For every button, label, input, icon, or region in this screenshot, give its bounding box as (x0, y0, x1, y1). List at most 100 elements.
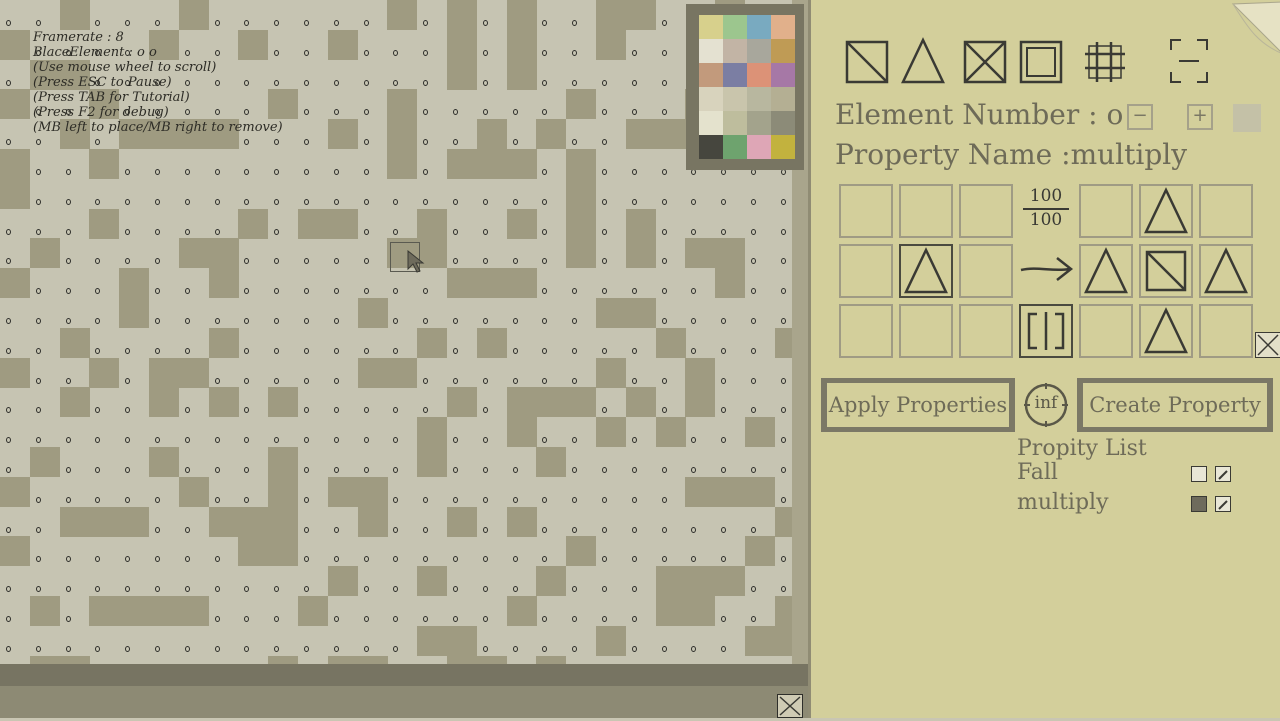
grid-empty-marker[interactable] (244, 318, 249, 324)
grid-empty-marker[interactable] (215, 467, 220, 473)
grid-empty-marker[interactable] (215, 229, 220, 235)
grid-empty-marker[interactable] (95, 467, 100, 473)
grid-empty-marker[interactable] (6, 20, 11, 26)
palette-swatch[interactable] (699, 135, 723, 159)
grid-empty-marker[interactable] (95, 646, 100, 652)
grid-tile[interactable] (268, 387, 298, 417)
grid-empty-marker[interactable] (691, 646, 696, 652)
grid-empty-marker[interactable] (632, 169, 637, 175)
grid-empty-marker[interactable] (95, 288, 100, 294)
grid-empty-marker[interactable] (36, 139, 41, 145)
grid-empty-marker[interactable] (751, 527, 756, 533)
grid-empty-marker[interactable] (155, 646, 160, 652)
grid-empty-marker[interactable] (66, 318, 71, 324)
grid-empty-marker[interactable] (721, 467, 726, 473)
grid-tile[interactable] (149, 596, 179, 626)
edit-fall-button[interactable] (1215, 466, 1231, 482)
grid-empty-marker[interactable] (66, 556, 71, 562)
grid-empty-marker[interactable] (781, 288, 786, 294)
grid-empty-marker[interactable] (632, 646, 637, 652)
grid-empty-marker[interactable] (244, 407, 249, 413)
grid-empty-marker[interactable] (721, 437, 726, 443)
grid-empty-marker[interactable] (602, 616, 607, 622)
grid-empty-marker[interactable] (483, 229, 488, 235)
grid-empty-marker[interactable] (364, 348, 369, 354)
grid-empty-marker[interactable] (483, 50, 488, 56)
grid-empty-marker[interactable] (602, 258, 607, 264)
grid-empty-marker[interactable] (125, 407, 130, 413)
palette-swatch[interactable] (771, 15, 795, 39)
grid-tile[interactable] (30, 656, 60, 664)
grid-empty-marker[interactable] (6, 348, 11, 354)
grid-tile[interactable] (507, 30, 537, 60)
palette-swatch[interactable] (747, 111, 771, 135)
grid-empty-marker[interactable] (215, 616, 220, 622)
grid-tile[interactable] (477, 268, 507, 298)
grid-tile[interactable] (0, 149, 30, 179)
grid-empty-marker[interactable] (602, 407, 607, 413)
grid-empty-marker[interactable] (364, 20, 369, 26)
grid-tile[interactable] (60, 0, 90, 30)
grid-empty-marker[interactable] (423, 139, 428, 145)
palette-swatch[interactable] (723, 111, 747, 135)
grid-tile[interactable] (507, 149, 537, 179)
grid-empty-marker[interactable] (691, 288, 696, 294)
grid-tile[interactable] (685, 566, 715, 596)
grid-tool[interactable] (1081, 36, 1129, 86)
grid-empty-marker[interactable] (334, 527, 339, 533)
grid-empty-marker[interactable] (364, 139, 369, 145)
grid-empty-marker[interactable] (542, 437, 547, 443)
grid-empty-marker[interactable] (364, 50, 369, 56)
grid-tile[interactable] (0, 536, 30, 566)
grid-empty-marker[interactable] (36, 348, 41, 354)
grid-empty-marker[interactable] (66, 586, 71, 592)
element-color-preview[interactable] (1233, 104, 1261, 132)
grid-empty-marker[interactable] (513, 467, 518, 473)
grid-empty-marker[interactable] (393, 318, 398, 324)
grid-empty-marker[interactable] (662, 318, 667, 324)
grid-empty-marker[interactable] (6, 139, 11, 145)
input-slot[interactable] (839, 184, 893, 238)
grid-empty-marker[interactable] (483, 318, 488, 324)
grid-empty-marker[interactable] (423, 109, 428, 115)
grid-empty-marker[interactable] (155, 169, 160, 175)
grid-empty-marker[interactable] (334, 437, 339, 443)
palette-swatch[interactable] (747, 39, 771, 63)
grid-empty-marker[interactable] (423, 288, 428, 294)
grid-tile[interactable] (238, 507, 268, 537)
grid-empty-marker[interactable] (66, 229, 71, 235)
grid-empty-marker[interactable] (662, 199, 667, 205)
grid-tile[interactable] (596, 30, 626, 60)
grid-empty-marker[interactable] (542, 20, 547, 26)
grid-empty-marker[interactable] (542, 288, 547, 294)
grid-empty-marker[interactable] (721, 407, 726, 413)
palette-swatch[interactable] (747, 87, 771, 111)
palette-swatch[interactable] (771, 39, 795, 63)
grid-empty-marker[interactable] (334, 467, 339, 473)
grid-empty-marker[interactable] (334, 318, 339, 324)
grid-empty-marker[interactable] (662, 527, 667, 533)
grid-tile[interactable] (30, 447, 60, 477)
grid-empty-marker[interactable] (215, 437, 220, 443)
output-slot[interactable] (1139, 184, 1193, 238)
grid-empty-marker[interactable] (423, 497, 428, 503)
grid-empty-marker[interactable] (6, 467, 11, 473)
grid-empty-marker[interactable] (185, 467, 190, 473)
grid-tile[interactable] (507, 0, 537, 30)
grid-empty-marker[interactable] (721, 527, 726, 533)
grid-empty-marker[interactable] (542, 109, 547, 115)
grid-tile[interactable] (626, 0, 656, 30)
grid-empty-marker[interactable] (185, 348, 190, 354)
grid-tile[interactable] (447, 656, 477, 664)
grid-empty-marker[interactable] (364, 646, 369, 652)
grid-empty-marker[interactable] (274, 20, 279, 26)
grid-empty-marker[interactable] (691, 318, 696, 324)
grid-empty-marker[interactable] (751, 258, 756, 264)
grid-empty-marker[interactable] (542, 318, 547, 324)
output-slot[interactable] (1079, 184, 1133, 238)
grid-empty-marker[interactable] (691, 199, 696, 205)
grid-empty-marker[interactable] (36, 527, 41, 533)
grid-tile[interactable] (566, 209, 596, 239)
grid-empty-marker[interactable] (125, 169, 130, 175)
input-slot[interactable] (839, 304, 893, 358)
